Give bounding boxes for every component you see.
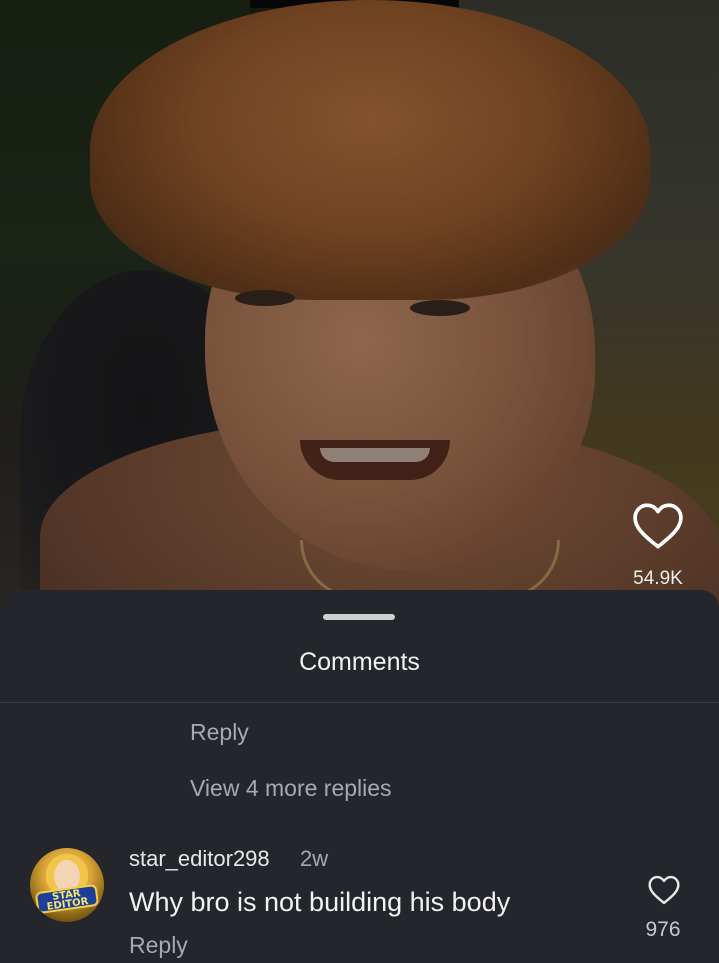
heart-outline-icon bbox=[633, 503, 683, 549]
sheet-drag-handle[interactable] bbox=[323, 614, 395, 620]
avatar[interactable]: STAR EDITOR bbox=[30, 848, 104, 922]
sheet-divider bbox=[0, 702, 719, 703]
heart-outline-icon bbox=[648, 875, 680, 905]
comment-text: Why bro is not building his body bbox=[129, 887, 511, 917]
comment-username[interactable]: star_editor298 bbox=[129, 846, 270, 872]
comments-sheet: Comments Reply View 4 more replies STAR … bbox=[0, 590, 719, 963]
video-like-count: 54.9K bbox=[633, 568, 683, 589]
reply-button[interactable]: Reply bbox=[190, 719, 249, 746]
comment-reply-button[interactable]: Reply bbox=[129, 932, 188, 959]
comment-timestamp: 2w bbox=[300, 846, 329, 871]
comment-like-count: 976 bbox=[645, 918, 681, 941]
comment-like-button[interactable] bbox=[644, 870, 684, 910]
sheet-title: Comments bbox=[299, 648, 420, 676]
video-dim-overlay bbox=[0, 0, 719, 610]
video-player[interactable] bbox=[0, 0, 719, 610]
view-more-replies-button[interactable]: View 4 more replies bbox=[190, 775, 392, 802]
video-like-button[interactable] bbox=[628, 498, 688, 554]
